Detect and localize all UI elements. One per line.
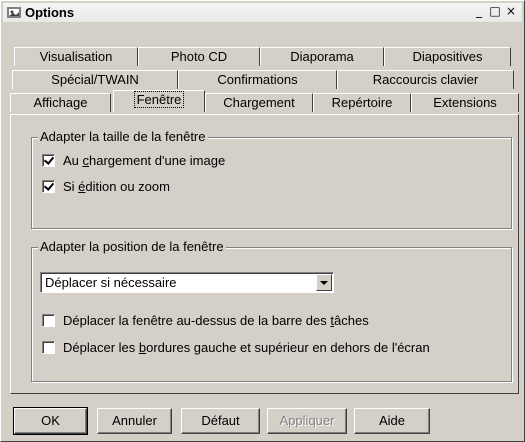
tab-panel-fenetre: Adapter la taille de la fenêtre Au charg… bbox=[10, 114, 519, 394]
tab-visualisation[interactable]: Visualisation bbox=[14, 47, 138, 66]
option-borders-offscreen-label: Déplacer les bordures gauche et supérieu… bbox=[63, 339, 430, 355]
tab-diapositives[interactable]: Diapositives bbox=[384, 47, 511, 66]
group-window-position: Adapter la position de la fenêtre Déplac… bbox=[31, 239, 512, 382]
option-on-load-label: Au chargement d'une image bbox=[63, 152, 226, 168]
tab-confirmations[interactable]: Confirmations bbox=[178, 70, 337, 89]
checkbox-above-taskbar[interactable] bbox=[42, 313, 55, 327]
group-window-size: Adapter la taille de la fenêtre Au charg… bbox=[31, 129, 512, 229]
apply-button[interactable]: Appliquer bbox=[267, 408, 347, 434]
tab-repertoire[interactable]: Repértoire bbox=[313, 93, 411, 112]
tab-diaporama[interactable]: Diaporama bbox=[260, 47, 384, 66]
options-dialog: Options _ □ × Visualisation Photo CD Dia… bbox=[0, 0, 525, 442]
cancel-button[interactable]: Annuler bbox=[97, 408, 172, 434]
position-select[interactable]: Déplacer si nécessaire bbox=[40, 272, 334, 293]
tab-special-twain[interactable]: Spécial/TWAIN bbox=[12, 70, 178, 89]
close-button[interactable]: × bbox=[503, 5, 519, 20]
tab-extensions[interactable]: Extensions bbox=[411, 93, 519, 112]
default-button[interactable]: Défaut bbox=[181, 408, 260, 434]
checkbox-borders-offscreen[interactable] bbox=[42, 340, 55, 354]
tab-affichage[interactable]: Affichage bbox=[10, 93, 111, 112]
group-window-position-label: Adapter la position de la fenêtre bbox=[38, 239, 226, 254]
minimize-button[interactable]: _ bbox=[471, 5, 487, 20]
ok-button[interactable]: OK bbox=[13, 407, 88, 435]
tab-raccourcis-clavier[interactable]: Raccourcis clavier bbox=[337, 70, 514, 89]
option-edit-zoom[interactable]: Si édition ou zoom bbox=[42, 178, 170, 194]
tab-photo-cd[interactable]: Photo CD bbox=[138, 47, 260, 66]
tab-fenetre[interactable]: Fenêtre bbox=[113, 90, 205, 112]
option-on-load[interactable]: Au chargement d'une image bbox=[42, 152, 225, 168]
option-above-taskbar[interactable]: Déplacer la fenêtre au-dessus de la barr… bbox=[42, 312, 369, 328]
help-button[interactable]: Aide bbox=[354, 408, 430, 434]
title-bar[interactable]: Options _ □ × bbox=[3, 3, 522, 22]
option-edit-zoom-label: Si édition ou zoom bbox=[63, 178, 170, 194]
option-above-taskbar-label: Déplacer la fenêtre au-dessus de la barr… bbox=[63, 312, 369, 328]
option-borders-offscreen[interactable]: Déplacer les bordures gauche et supérieu… bbox=[42, 339, 430, 355]
tab-chargement[interactable]: Chargement bbox=[205, 93, 313, 112]
chevron-down-icon[interactable] bbox=[316, 274, 332, 291]
checkbox-on-load[interactable] bbox=[42, 153, 55, 167]
position-select-value: Déplacer si nécessaire bbox=[45, 275, 177, 290]
app-icon bbox=[7, 7, 21, 18]
maximize-button[interactable]: □ bbox=[487, 5, 503, 20]
checkbox-edit-zoom[interactable] bbox=[42, 179, 55, 193]
window-title: Options bbox=[25, 5, 75, 20]
group-window-size-label: Adapter la taille de la fenêtre bbox=[38, 129, 208, 144]
